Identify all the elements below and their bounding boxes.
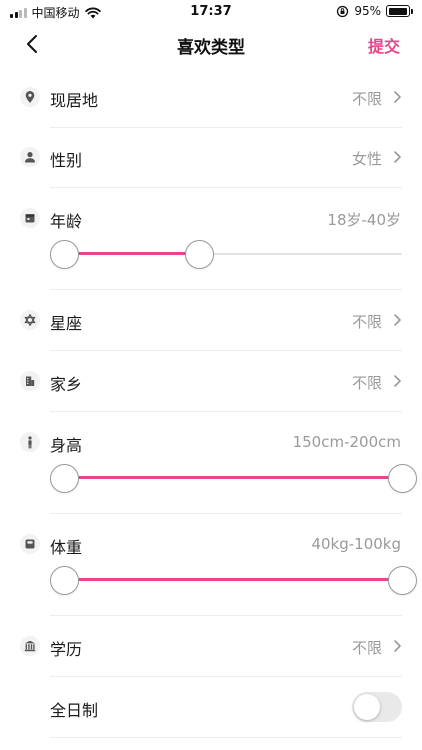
chevron-right-icon — [394, 640, 401, 652]
slider-max-handle[interactable] — [185, 240, 215, 269]
nav-bar: 喜欢类型 提交 — [0, 24, 422, 64]
residence-value: 不限 — [351, 90, 382, 108]
education-row[interactable]: 学历 不限 — [0, 616, 422, 676]
hometown-value: 不限 — [351, 374, 382, 392]
weight-label: 体重 — [50, 538, 83, 557]
weight-row: 体重 40kg-100kg — [0, 514, 422, 614]
toggle-knob — [354, 694, 380, 720]
fulltime-toggle[interactable] — [352, 692, 402, 722]
slider-active-track — [64, 578, 402, 581]
battery-icon — [386, 5, 413, 17]
status-right: 95% — [336, 4, 413, 18]
residence-label: 现居地 — [50, 91, 99, 110]
zodiac-value: 不限 — [351, 313, 382, 331]
age-slider[interactable] — [50, 240, 402, 269]
height-label: 身高 — [50, 436, 83, 455]
chevron-right-icon — [394, 375, 401, 387]
star-of-david-icon — [20, 310, 40, 330]
age-row: 年龄 18岁-40岁 — [0, 188, 422, 288]
residence-row[interactable]: 现居地 不限 — [0, 70, 422, 128]
height-value: 150cm-200cm — [292, 433, 401, 451]
chevron-right-icon — [394, 91, 401, 103]
standing-person-icon — [20, 432, 40, 452]
slider-min-handle[interactable] — [50, 464, 79, 493]
location-pin-icon — [20, 87, 40, 107]
calendar-icon — [20, 208, 40, 228]
slider-min-handle[interactable] — [50, 566, 79, 595]
institution-icon — [20, 636, 40, 656]
weight-slider[interactable] — [50, 566, 417, 595]
submit-button[interactable]: 提交 — [368, 33, 400, 57]
zodiac-label: 星座 — [50, 314, 83, 333]
battery-percent: 95% — [354, 4, 381, 18]
orientation-lock-icon — [337, 5, 349, 17]
zodiac-row[interactable]: 星座 不限 — [0, 290, 422, 350]
education-label: 学历 — [50, 640, 83, 659]
weight-value: 40kg-100kg — [311, 535, 401, 553]
gender-label: 性别 — [50, 151, 83, 170]
status-bar: 中国移动 17:37 95% — [0, 0, 422, 24]
education-value: 不限 — [351, 639, 382, 657]
divider — [50, 737, 402, 738]
building-icon — [20, 371, 40, 391]
slider-max-handle[interactable] — [388, 566, 417, 595]
person-icon — [20, 147, 40, 167]
height-slider[interactable] — [50, 464, 417, 493]
height-row: 身高 150cm-200cm — [0, 412, 422, 512]
gender-value: 女性 — [351, 150, 382, 168]
slider-active-track — [64, 252, 200, 255]
fulltime-label: 全日制 — [50, 701, 99, 720]
slider-active-track — [64, 476, 402, 479]
age-value: 18岁-40岁 — [327, 211, 401, 229]
slider-max-handle[interactable] — [388, 464, 417, 493]
chevron-right-icon — [394, 314, 401, 326]
hometown-row[interactable]: 家乡 不限 — [0, 351, 422, 411]
hometown-label: 家乡 — [50, 375, 83, 394]
scale-icon — [20, 534, 40, 554]
page-title: 喜欢类型 — [177, 38, 245, 58]
fulltime-row: 全日制 — [0, 677, 422, 737]
chevron-right-icon — [394, 151, 401, 163]
gender-row[interactable]: 性别 女性 — [0, 128, 422, 188]
age-label: 年龄 — [50, 212, 83, 231]
slider-min-handle[interactable] — [50, 240, 79, 269]
